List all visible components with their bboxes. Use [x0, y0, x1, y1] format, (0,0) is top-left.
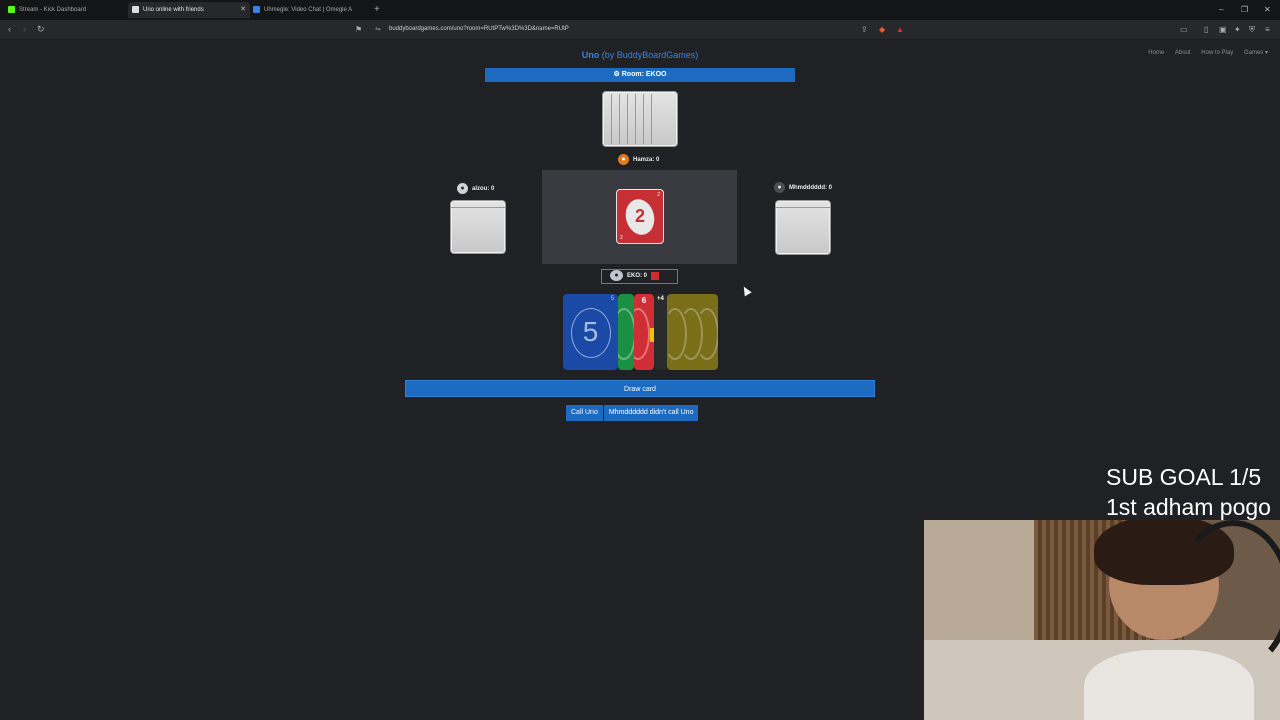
kick-favicon-icon [8, 5, 15, 13]
extensions-icon[interactable]: ✦ [1234, 24, 1241, 35]
sidebar-icon[interactable]: ▭ [1180, 24, 1188, 35]
cow-avatar-icon: ● [457, 183, 468, 194]
player-top: ● Hamza: 0 [618, 154, 659, 166]
uno-favicon-icon [132, 5, 139, 13]
brand-by[interactable]: (by BuddyBoardGames) [599, 50, 699, 60]
rewards-icon[interactable]: ▲ [896, 24, 904, 35]
share-icon[interactable]: ⇪ [861, 24, 868, 35]
tab-uhmegle[interactable]: Uhmegle: Video Chat | Omegle A [253, 2, 363, 18]
site-nav: Home About How to Play Games ▾ [1139, 49, 1268, 56]
brand-name[interactable]: Uno [582, 50, 600, 60]
menu-icon[interactable]: ≡ [1265, 24, 1270, 35]
site-info-icon[interactable]: ⇋ [375, 23, 381, 36]
minimize-icon[interactable]: – [1219, 3, 1223, 17]
browser-toolbar: ‹ › ↻ ⚑ ⇋ buddyboardgames.com/uno?room=R… [0, 20, 1280, 40]
headphones-icon [1174, 520, 1280, 672]
opponent-left-hand [450, 200, 506, 254]
opponent-right-hand [775, 200, 831, 255]
uhmegle-favicon-icon [253, 5, 260, 13]
discard-top-card: 2 2 2 [616, 189, 664, 244]
panel-icon[interactable]: ▯ [1204, 24, 1208, 35]
discard-corner-top: 2 [657, 192, 660, 198]
maximize-icon[interactable]: ❐ [1241, 3, 1248, 17]
robot-avatar-icon: ● [774, 182, 785, 193]
hand-card-green[interactable] [618, 294, 634, 370]
hand-card-wild-draw-four[interactable]: +4 [654, 294, 668, 370]
reload-icon[interactable]: ↻ [37, 23, 45, 35]
fox-avatar-icon: ● [618, 154, 629, 165]
hand-card-blue-5[interactable]: 5 5 [563, 294, 618, 370]
address-bar[interactable]: ⇋ buddyboardgames.com/uno?room=RUtPTw%3D… [371, 23, 911, 36]
current-color-indicator [651, 271, 660, 280]
browser-tab-bar: Stream - Kick Dashboard Uno online with … [0, 0, 1280, 20]
nav-home[interactable]: Home [1148, 50, 1164, 56]
vpn-icon[interactable]: ⛨ [1249, 24, 1255, 35]
new-tab-icon[interactable]: + [374, 3, 380, 17]
back-icon[interactable]: ‹ [8, 23, 11, 35]
nav-how-to-play[interactable]: How to Play [1201, 50, 1233, 56]
hand-card-yellow-group[interactable] [667, 294, 718, 370]
opponent-top-hand [602, 91, 678, 147]
wallet-icon[interactable]: ▣ [1219, 24, 1227, 35]
webcam-feed [924, 520, 1280, 720]
bookmark-icon[interactable]: ⚑ [355, 24, 362, 35]
sub-goal-text: SUB GOAL 1/5 [1106, 464, 1262, 490]
hand-card-red-6[interactable]: 6 [634, 294, 654, 370]
brave-shield-icon[interactable]: ◆ [879, 24, 885, 35]
player-right: ● Mhmdddddd: 0 [774, 182, 832, 194]
call-uno-button[interactable]: Call Uno [566, 405, 603, 421]
mouse-cursor-icon [740, 284, 752, 297]
forward-icon[interactable]: › [23, 23, 26, 35]
player-me: ● EKO: 0 [601, 269, 678, 284]
didnt-call-uno-button[interactable]: Mhmdddddd didn't call Uno [603, 405, 699, 421]
close-tab-icon[interactable]: ✕ [240, 2, 246, 18]
sub-goal-line-2: 1st adham pogo [1106, 494, 1271, 520]
discard-card-value: 2 [634, 206, 645, 226]
close-window-icon[interactable]: ✕ [1264, 3, 1271, 17]
site-title: Uno (by BuddyBoardGames) [0, 50, 1280, 60]
bear-avatar-icon: ● [610, 270, 623, 281]
tab-uno[interactable]: Uno online with friends ✕ [128, 2, 250, 18]
tab-kick-dashboard[interactable]: Stream - Kick Dashboard [8, 2, 126, 18]
uno-actions: Call Uno Mhmdddddd didn't call Uno [566, 405, 699, 421]
nav-games[interactable]: Games ▾ [1244, 50, 1268, 56]
draw-card-button[interactable]: Draw card [405, 380, 875, 397]
discard-corner-bottom: 2 [620, 235, 623, 241]
sub-goal-overlay: SUB GOAL 1/5 1st adham pogo [1106, 462, 1271, 522]
room-bar[interactable]: ⚙ Room: EKOO [485, 68, 795, 82]
nav-about[interactable]: About [1175, 50, 1191, 56]
player-left: ● alzou: 0 [457, 183, 494, 195]
